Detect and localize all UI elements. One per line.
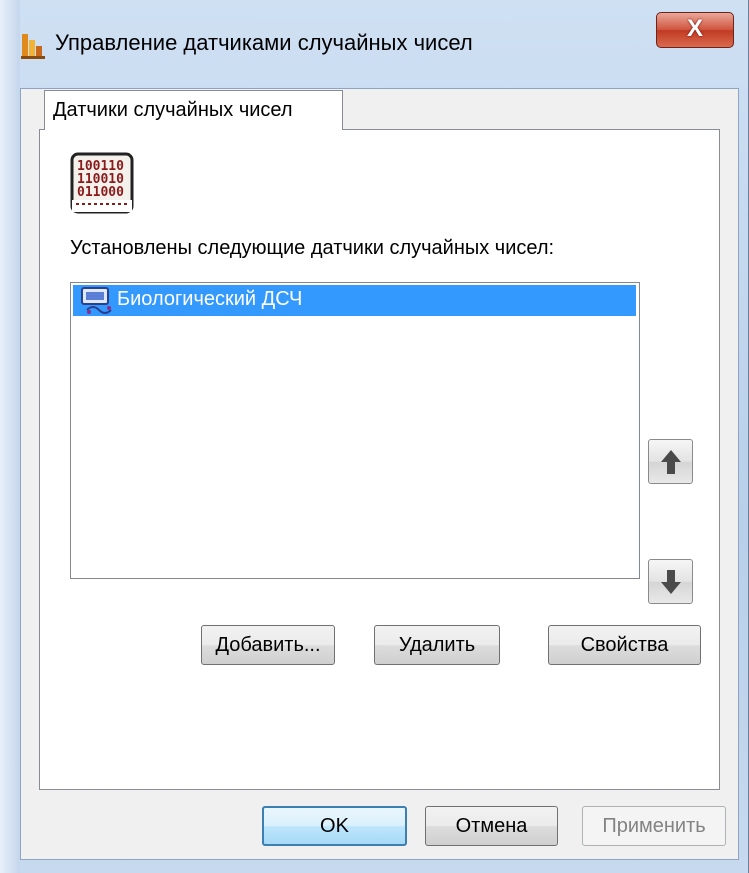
- app-icon: [21, 34, 45, 59]
- list-item[interactable]: Биологический ДСЧ: [73, 285, 636, 316]
- move-down-button[interactable]: [648, 559, 693, 604]
- close-button[interactable]: X: [656, 12, 734, 48]
- close-icon: X: [686, 15, 703, 42]
- tab-rng-sensors[interactable]: Датчики случайных чисел: [44, 90, 343, 130]
- list-item-label: Биологический ДСЧ: [117, 288, 303, 310]
- arrow-up-icon: [661, 450, 681, 474]
- arrow-down-icon: [661, 570, 681, 594]
- bio-rng-icon: [81, 287, 112, 314]
- rng-listbox[interactable]: Биологический ДСЧ: [70, 282, 640, 579]
- client-area: 100110 110010 011000 Установлены следующ…: [20, 88, 739, 860]
- add-button[interactable]: Добавить...: [201, 625, 335, 665]
- dialog-window: Управление датчиками случайных чисел X 1…: [0, 0, 749, 873]
- title-bar[interactable]: Управление датчиками случайных чисел X: [0, 0, 749, 88]
- rng-binary-icon: 100110 110010 011000: [70, 152, 134, 214]
- apply-button[interactable]: Применить: [582, 806, 726, 846]
- installed-rng-label: Установлены следующие датчики случайных …: [70, 237, 555, 259]
- window-left-border: [0, 0, 20, 873]
- svg-text:011000: 011000: [77, 185, 124, 200]
- window-title: Управление датчиками случайных чисел: [55, 30, 473, 55]
- remove-button[interactable]: Удалить: [374, 625, 500, 665]
- ok-button[interactable]: OK: [262, 806, 407, 846]
- tab-panel: 100110 110010 011000 Установлены следующ…: [39, 129, 720, 790]
- properties-button[interactable]: Свойства: [548, 625, 701, 665]
- move-up-button[interactable]: [648, 439, 693, 484]
- tab-label: Датчики случайных чисел: [53, 99, 293, 121]
- cancel-button[interactable]: Отмена: [425, 806, 558, 846]
